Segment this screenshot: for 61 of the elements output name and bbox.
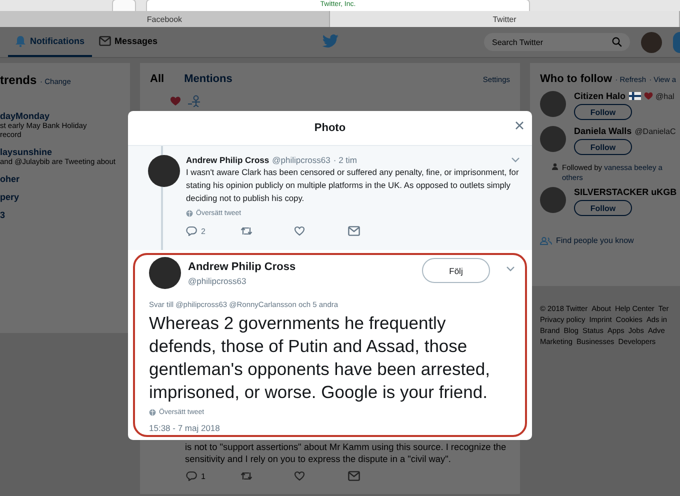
close-icon [515, 121, 524, 130]
follow-button[interactable]: Följ [422, 258, 490, 283]
stick-figure-icon [187, 95, 201, 107]
follow-button[interactable]: Follow [574, 139, 632, 155]
account-name[interactable]: Daniela Walls [574, 126, 632, 136]
bell-icon [15, 35, 26, 47]
account-handle: @DanielaC [634, 126, 676, 136]
retweet-icon[interactable] [240, 471, 253, 481]
trend-link[interactable]: laysunshine [0, 147, 130, 157]
author-handle: @philipcross63 [272, 155, 330, 165]
avatar[interactable] [148, 155, 180, 187]
heart-icon[interactable] [294, 471, 305, 481]
timeline-tab[interactable]: Mentions [184, 73, 232, 85]
nav-tab[interactable]: Notifications [8, 27, 92, 57]
reply-count: 2 [201, 226, 206, 236]
account-handle: @hal [656, 92, 674, 100]
trend-link[interactable]: 3 [0, 210, 130, 220]
message-icon [348, 471, 360, 481]
flag-icon [628, 92, 641, 100]
account-name[interactable]: SILVERSTACKER uKGB [574, 187, 677, 197]
heart-icon [644, 92, 653, 100]
person-icon [552, 163, 558, 170]
avatar[interactable] [149, 257, 181, 289]
heart-icon [170, 96, 181, 106]
account-name[interactable]: Citizen Halo [574, 91, 626, 101]
panel-title: Who to follow [540, 73, 612, 85]
tweet-timestamp: 15:38 - 7 maj 2018 [149, 423, 221, 433]
trend-link[interactable]: oher [0, 174, 130, 184]
tweet-time: · 2 tim [333, 155, 357, 165]
search-icon[interactable] [612, 37, 622, 47]
search-field[interactable]: Search Twitter [484, 33, 630, 51]
author-name[interactable]: Andrew Philip Cross [186, 155, 270, 165]
message-icon [348, 226, 360, 236]
heart-icon[interactable] [294, 226, 305, 236]
tweet-text: I wasn't aware Clark has been censored or suffered any penalty, fine, or imprisonment, for stating his opinion publicly on multiple platforms in the UK. As opposed to outlets simply deciding not to publish his copy. [186, 166, 520, 205]
nav-tab[interactable]: Messages [92, 27, 165, 57]
close-button[interactable] [515, 121, 524, 130]
people-icon [540, 236, 552, 244]
reply-icon[interactable] [186, 471, 197, 481]
panel-title: trends [0, 73, 37, 87]
trend-link[interactable]: dayMonday [0, 111, 130, 121]
envelope-icon [98, 36, 111, 46]
reply-icon[interactable] [186, 226, 197, 236]
retweet-icon[interactable] [240, 226, 253, 236]
tweet-text: Whereas 2 governments he frequently defends, those of Putin and Assad, those gentleman's opponents have been arrested, imprisoned, or worse. Google is your friend. [149, 312, 491, 404]
browser-tab[interactable]: Twitter [330, 11, 680, 27]
chevron-down-icon[interactable] [511, 157, 520, 163]
follow-button[interactable]: Follow [574, 200, 632, 216]
globe-icon [186, 210, 193, 217]
browser-tab[interactable]: Facebook [0, 11, 330, 27]
reply-count: 1 [201, 472, 206, 480]
follow-button[interactable]: Follow [574, 104, 632, 120]
dialog-title: Photo [314, 122, 346, 134]
globe-icon [149, 409, 156, 416]
tweet-text: is not to "support assertions" about Mr Kamm using this source. I recognize the sensitivity and I rely on you to express the dispute in a "civil way". [185, 441, 508, 465]
find-people-link[interactable]: Find people you know [556, 236, 634, 245]
author-name[interactable]: Andrew Philip Cross [188, 261, 296, 273]
timeline-tab[interactable]: All [150, 73, 164, 85]
author-handle: @philipcross63 [188, 276, 248, 286]
trend-link[interactable]: pery [0, 192, 130, 202]
chevron-down-icon[interactable] [506, 266, 515, 272]
